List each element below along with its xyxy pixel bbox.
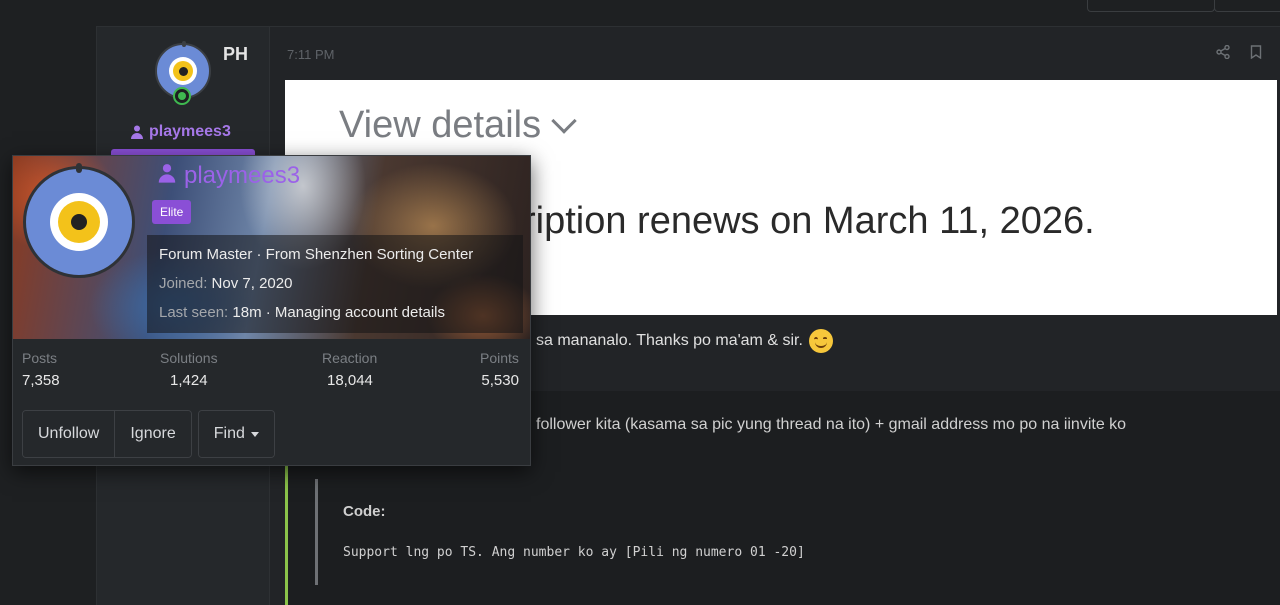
member-stats: Posts 7,358 Solutions 1,424 Reaction 18,… xyxy=(13,350,530,394)
view-details-text: View details xyxy=(339,104,577,147)
post-text-line: sa mananalo. Thanks po ma'am & sir. xyxy=(536,329,833,353)
caret-down-icon xyxy=(250,431,259,437)
code-block xyxy=(315,479,1275,585)
share-icon[interactable] xyxy=(1215,44,1230,62)
member-actions: Unfollow Ignore Find xyxy=(22,410,275,458)
user-shield-icon xyxy=(156,162,178,190)
stat-reaction: Reaction 18,044 xyxy=(322,350,378,389)
online-status-icon xyxy=(173,87,191,105)
code-content[interactable]: Support lng po TS. Ang number ko ay [Pil… xyxy=(343,545,805,560)
member-tooltip-card: playmees3 Elite Forum Master · From Shen… xyxy=(12,155,531,466)
renewal-text: ription renews on March 11, 2026. xyxy=(523,200,1095,242)
chevron-down-icon xyxy=(551,107,577,134)
joined-value: Nov 7, 2020 xyxy=(211,275,293,292)
unfollow-button[interactable]: Unfollow xyxy=(23,411,115,457)
post-actions: #1 xyxy=(1215,44,1280,62)
post-username-link[interactable]: playmees3 xyxy=(129,123,231,141)
smiling-face-emoji xyxy=(808,329,833,353)
profile-username-text: playmees3 xyxy=(184,162,301,189)
last-seen-line: Last seen: 18m · Managing account detail… xyxy=(159,304,445,321)
last-seen-value: 18m · Managing account details xyxy=(232,304,446,321)
stat-solutions: Solutions 1,424 xyxy=(160,350,218,389)
top-toolbar-button-2[interactable] xyxy=(1214,0,1280,12)
find-menu-button[interactable]: Find xyxy=(198,411,274,457)
ignore-button[interactable]: Ignore xyxy=(114,411,191,457)
post-time[interactable]: 7:11 PM xyxy=(287,47,334,62)
author-country-tag: PH xyxy=(223,44,249,64)
profile-avatar[interactable] xyxy=(23,163,135,278)
user-group-badge: Elite xyxy=(152,200,192,224)
stat-posts[interactable]: Posts 7,358 xyxy=(22,350,60,389)
spoiler-text-line: follower kita (kasama sa pic yung thread… xyxy=(536,416,1127,433)
top-toolbar-button[interactable] xyxy=(1087,0,1215,12)
last-seen-label: Last seen: xyxy=(159,304,229,321)
username-text: playmees3 xyxy=(149,123,231,140)
bookmark-icon[interactable] xyxy=(1250,45,1262,62)
user-title-line: Forum Master · From Shenzhen Sorting Cen… xyxy=(159,246,474,263)
joined-line: Joined: Nov 7, 2020 xyxy=(159,275,292,292)
stat-points: Points 5,530 xyxy=(480,350,519,389)
code-label: Code: xyxy=(343,503,386,520)
user-shield-icon xyxy=(129,124,145,140)
profile-username-link[interactable]: playmees3 xyxy=(156,162,300,190)
joined-label: Joined: xyxy=(159,275,208,292)
